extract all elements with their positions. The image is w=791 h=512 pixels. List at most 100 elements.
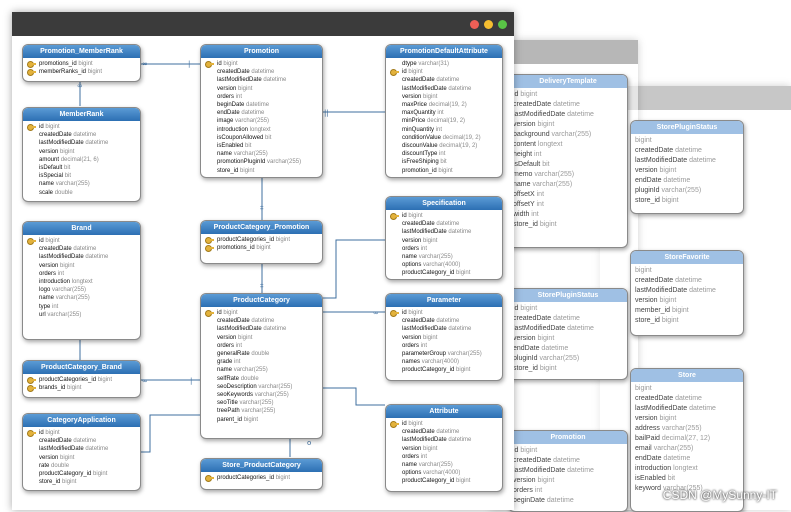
column-name: name — [39, 181, 55, 188]
column-name: version — [402, 445, 422, 452]
link-categoryapp-pc — [139, 414, 200, 453]
primary-key-icon — [390, 310, 399, 317]
column-row: id bigint — [390, 420, 498, 428]
column-name: createdDate — [402, 429, 435, 436]
column-name: productCategories_id — [39, 377, 97, 383]
column-row: dtype varchar(31) — [390, 60, 498, 68]
column-type: datetime — [241, 110, 265, 117]
column-type: varchar(255) — [233, 367, 268, 374]
column-row: productCategories_id bigint — [205, 236, 318, 244]
column-type: bit — [265, 134, 272, 141]
column-name: type — [39, 303, 51, 310]
table-productcategory-brand[interactable]: ProductCategory_Brand productCategories_i… — [22, 360, 141, 398]
column-name: id — [217, 61, 222, 67]
column-row: createdDate datetime — [390, 428, 498, 436]
column-row: name varchar(255) — [205, 150, 318, 158]
table-promotion-memberrank[interactable]: Promotion_MemberRank promotions_id bigint… — [22, 44, 141, 82]
column-row: brands_id bigint — [27, 384, 136, 393]
table-brand[interactable]: Brand id bigint createdDate datetime lastMo… — [22, 221, 141, 340]
primary-key-icon — [205, 237, 214, 244]
table-attribute[interactable]: Attribute id bigint createdDate datetime la… — [385, 404, 503, 492]
column-row: createdDate datetime — [205, 317, 318, 325]
column-name: createdDate — [217, 318, 250, 325]
column-type: datetime — [436, 221, 460, 228]
primary-key-icon — [27, 430, 36, 437]
column-name: isFreeShiping — [402, 159, 439, 166]
column-row: selfRate double — [205, 375, 318, 383]
column-type: varchar(4000) — [423, 470, 461, 477]
column-row: isDefault bit — [27, 164, 136, 172]
table-productcategory[interactable]: ProductCategory id bigint createdDate date… — [200, 293, 323, 439]
column-type: bigint — [423, 445, 438, 452]
column-type: bigint — [87, 69, 103, 76]
column-name: grade — [217, 359, 233, 366]
column-type: bigint — [62, 479, 77, 486]
column-name: dtype — [402, 61, 417, 67]
column-row: productCategory_id bigint — [390, 366, 498, 374]
column-name: version — [39, 262, 59, 269]
column-type: datetime — [448, 437, 472, 444]
column-row: minPrice decimal(19, 2) — [390, 117, 498, 125]
table-columns: id bigint createdDate datetime lastModifie… — [23, 427, 140, 489]
column-type: bigint — [223, 310, 238, 316]
table-columns: id bigint createdDate datetime lastModifie… — [23, 121, 140, 200]
column-type: varchar(255) — [241, 408, 276, 415]
table-title: CategoryApplication — [23, 414, 140, 427]
column-type: double — [240, 375, 259, 382]
column-row: isEnabled bit — [205, 142, 318, 150]
column-type: varchar(255) — [254, 392, 289, 399]
column-type: bigint — [60, 454, 75, 461]
column-name: version — [402, 237, 422, 244]
column-type: bigint — [67, 385, 82, 392]
column-row: introduction longtext — [27, 278, 136, 286]
column-type: decimal(19, 2) — [439, 143, 478, 150]
primary-key-icon — [27, 69, 36, 77]
column-type: bigint — [78, 61, 93, 67]
table-productcategory-promotion[interactable]: ProductCategory_Promotion productCategori… — [200, 220, 323, 264]
column-row: promotionPluginId varchar(255) — [205, 158, 318, 166]
column-type: bigint — [456, 270, 471, 277]
column-type: datetime — [263, 326, 287, 333]
column-row: name varchar(255) — [27, 180, 136, 188]
column-name: lastModifiedDate — [217, 326, 262, 333]
column-row: type int — [27, 303, 136, 311]
table-specification[interactable]: Specification id bigint createdDate dateti… — [385, 196, 503, 280]
table-promotiondefaultattribute[interactable]: PromotionDefaultAttribute dtype varchar(3… — [385, 44, 503, 178]
column-type: bit — [245, 143, 252, 150]
table-promotion[interactable]: Promotion id bigint createdDate datetime la… — [200, 44, 323, 178]
column-row: name varchar(255) — [390, 253, 498, 261]
table-title: PromotionDefaultAttribute — [386, 45, 502, 58]
column-name: beginDate — [217, 102, 245, 109]
column-name: brands_id — [39, 385, 66, 392]
column-row: lastModifiedDate datetime — [205, 76, 318, 84]
column-row: seoTitle varchar(255) — [205, 399, 318, 407]
table-store-productcategory[interactable]: Store_ProductCategory productCategories_i… — [200, 458, 323, 490]
column-name: createdDate — [217, 69, 250, 76]
table-memberrank[interactable]: MemberRank id bigint createdDate datetime l… — [22, 107, 141, 202]
table-categoryapplication[interactable]: CategoryApplication id bigint createdDate … — [22, 413, 141, 491]
column-type: double — [51, 462, 70, 469]
column-type: int — [235, 342, 243, 349]
table-title: ProductCategory — [201, 294, 322, 307]
column-name: lastModifiedDate — [39, 446, 84, 453]
table-parameter[interactable]: Parameter id bigint createdDate datetime la… — [385, 293, 503, 381]
table-columns: id bigint createdDate datetime lastModifie… — [201, 307, 322, 427]
column-row: lastModifiedDate datetime — [390, 85, 498, 93]
column-name: id — [402, 310, 407, 316]
table-title: MemberRank — [23, 108, 140, 121]
column-name: createdDate — [402, 221, 435, 228]
table-title: ProductCategory_Brand — [23, 361, 140, 374]
column-name: id — [402, 421, 407, 427]
table-title: Specification — [386, 197, 502, 210]
column-name: maxQuantity — [402, 110, 436, 117]
column-name: selfRate — [217, 375, 240, 382]
column-row: endDate datetime — [205, 109, 318, 117]
column-row: createdDate datetime — [390, 76, 498, 84]
column-type: int — [235, 93, 243, 100]
column-name: logo — [39, 287, 51, 294]
one-mark: || — [324, 109, 329, 117]
column-name: id — [39, 430, 44, 436]
column-row: version bigint — [27, 262, 136, 270]
column-row: store_id bigint — [27, 478, 136, 486]
column-row: lastModifiedDate datetime — [390, 325, 498, 333]
